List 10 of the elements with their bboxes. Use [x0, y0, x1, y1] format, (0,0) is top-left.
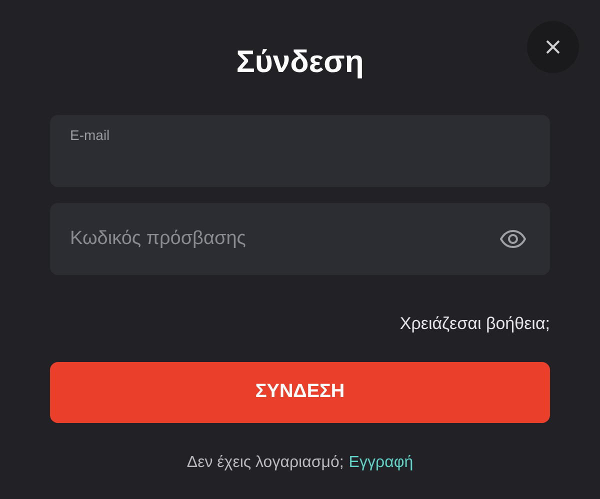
close-icon [546, 40, 560, 54]
signup-link[interactable]: Εγγραφή [348, 451, 414, 475]
field-label: E-mail [70, 126, 111, 145]
login-button[interactable]: ΣΥΝΔΕΣΗ [50, 362, 550, 423]
password-field[interactable]: Κωδικός πρόσβασης [50, 203, 550, 275]
signup-prompt: Δεν έχεις λογαριασμό; [186, 453, 344, 473]
dialog-title: Σύνδεση [236, 43, 364, 81]
email-field[interactable]: E-mail [50, 115, 550, 187]
eye-icon[interactable] [500, 230, 526, 248]
help-link[interactable]: Χρειάζεσαι βοήθεια; [400, 312, 550, 336]
